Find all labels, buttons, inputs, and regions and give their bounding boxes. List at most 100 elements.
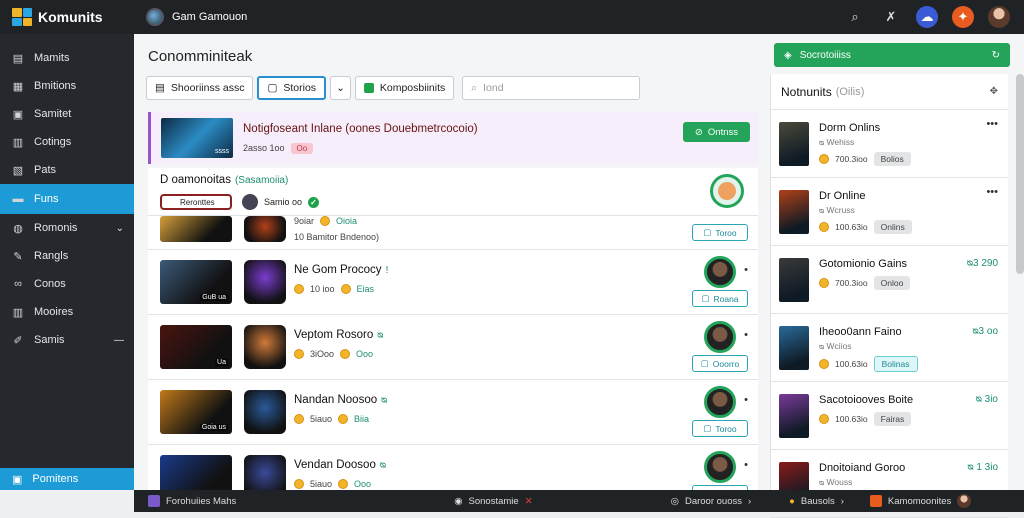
item-action-label: Ooorro xyxy=(712,358,740,369)
coin-icon: ● xyxy=(789,495,795,507)
section-user[interactable]: Samio oo ✓ xyxy=(242,194,320,210)
item-action-button[interactable]: ▢ Roana xyxy=(692,290,748,307)
more-icon[interactable]: ••• xyxy=(986,186,998,198)
sidebar-item[interactable]: ▤ Mamits xyxy=(0,44,134,72)
right-top-button[interactable]: ◈ Socrotoiiiss ↻ xyxy=(774,43,1010,67)
creator-avatar[interactable] xyxy=(704,386,736,418)
sidebar-item[interactable]: ✐ Samis — xyxy=(0,326,134,354)
sidebar-item[interactable]: ▣ Samitet xyxy=(0,100,134,128)
item-thumbnail: Goia us xyxy=(160,390,232,434)
refresh-icon[interactable]: ↻ xyxy=(992,50,1000,61)
sidebar-item[interactable]: ▬ Funs xyxy=(0,184,134,214)
item-action-button[interactable]: ▢Toroo xyxy=(692,224,748,241)
item-action-button[interactable]: ▢Toroo xyxy=(692,420,748,437)
chart-icon: ▧ xyxy=(12,164,24,177)
bottom-bar: Forohuiies Mahs ◉ Sonostamie ✕ ◎ Daroor … xyxy=(134,490,1024,512)
community-subtitle: ᴓ Wcruss xyxy=(819,205,855,215)
expand-icon[interactable]: ✥ xyxy=(990,86,998,97)
list-item[interactable]: Goia us Nandan Noosoo ᴓ 5iauo Biia • ▢ Toroo xyxy=(148,380,758,445)
search-field-icon: ⌕ xyxy=(471,81,478,94)
filter-dropdown-toggle[interactable]: ⌄ xyxy=(330,76,351,100)
creator-avatar[interactable] xyxy=(704,256,736,288)
bottom-item-5[interactable]: Kamomoonites xyxy=(869,494,972,508)
brand-name: Komunits xyxy=(38,9,103,25)
list-item[interactable]: GuB ua Ne Gom Prococy! 10 ioo Eias • ▢ Roana xyxy=(148,250,758,315)
featured-thumbnail: ssss xyxy=(161,118,233,158)
more-icon[interactable]: • xyxy=(744,459,748,471)
more-icon[interactable]: • xyxy=(744,329,748,341)
more-icon[interactable]: ••• xyxy=(986,118,998,130)
user-avatar[interactable] xyxy=(957,494,972,508)
pulse-icon[interactable]: ✗ xyxy=(880,6,902,28)
featured-action-button[interactable]: ⊘ Ontnss xyxy=(682,122,750,142)
filter-shortlist-button[interactable]: ▤ Shooriinss assc xyxy=(146,76,254,100)
folder-icon: ▬ xyxy=(12,193,24,205)
sidebar-item[interactable]: ✎ Rangls xyxy=(0,242,134,270)
sidebar-item-label: Samitet xyxy=(34,108,72,120)
creator-avatar[interactable] xyxy=(704,321,736,353)
context-switcher[interactable]: Gam Gamouon xyxy=(146,8,247,26)
coin-icon xyxy=(819,154,829,164)
item-action-button[interactable]: ▢ Ooorro xyxy=(692,355,748,372)
community-item[interactable]: Sacotoiooves Boite 100.63io Fairas ᴓ 3io xyxy=(771,382,1008,450)
section-chip[interactable]: Reronttes xyxy=(160,194,232,210)
app-logo-icon xyxy=(12,8,32,26)
community-item[interactable]: Dorm Onlins ᴓ Wehiss 700.3ioo Bolios ••• xyxy=(771,110,1008,178)
item-tag: ᴓ xyxy=(381,395,388,406)
right-scrollbar[interactable] xyxy=(1016,74,1024,274)
featured-card[interactable]: ssss Notigfoseant Inlane (oones Douebmet… xyxy=(148,112,758,164)
right-top-label: Socrotoiiiss xyxy=(799,49,851,61)
coin-icon xyxy=(294,479,304,489)
sidebar-item[interactable]: ∞ Conos xyxy=(0,270,134,298)
status-badge: Bolinas xyxy=(873,356,918,372)
creator-avatar[interactable] xyxy=(704,451,736,483)
bottom-item-4[interactable]: ● Bausols › xyxy=(789,496,844,507)
bottom-item-3[interactable]: ◎ Daroor ouoss › xyxy=(671,496,752,507)
filter-compost-button[interactable]: Komposbiinits xyxy=(354,76,455,100)
community-item[interactable]: Dr Online ᴓ Wcruss 100.63io Onlins ••• xyxy=(771,178,1008,246)
sidebar-footer[interactable]: ▣ Pomitens xyxy=(0,468,134,490)
sidebar-item[interactable]: ▥ Cotings xyxy=(0,128,134,156)
cloud-icon[interactable]: ☁ xyxy=(916,6,938,28)
list-item[interactable]: 9oiar Oioia 10 Bamitor Bndenoo) ▢ Toroo xyxy=(148,216,758,250)
fire-icon[interactable]: ✦ xyxy=(952,6,974,28)
list-item[interactable]: Vendan Doosooᴓ5iauoOoo•▢Toroo xyxy=(148,445,758,490)
community-meta: 700.3ioo xyxy=(835,154,868,164)
list-item[interactable]: Ua Veptom Rosoro ᴓ 3iOoo Ooo • ▢ Ooorro xyxy=(148,315,758,380)
filter-shortlist-label: Shooriinss assc xyxy=(170,82,245,94)
sidebar-item[interactable]: ▧ Pats xyxy=(0,156,134,184)
bottom-label-3: Daroor ouoss xyxy=(684,495,742,507)
filter-stories-button[interactable]: ▢ Storios xyxy=(257,76,327,100)
top-bar: Komunits Gam Gamouon ⌕ ✗ ☁ ✦ xyxy=(0,0,1024,34)
bottom-item-2[interactable]: ◉ Sonostamie ✕ xyxy=(454,496,532,507)
context-title: Gam Gamouon xyxy=(172,11,248,23)
doc-icon: ▢ xyxy=(700,358,709,368)
coin-icon xyxy=(340,349,351,359)
coin-icon xyxy=(340,284,351,294)
close-icon[interactable]: ✕ xyxy=(525,496,533,507)
more-icon[interactable]: • xyxy=(744,394,748,406)
brand[interactable]: Komunits xyxy=(0,0,134,34)
sidebar-item[interactable]: ◍ Romonis ⌄ xyxy=(0,214,134,242)
app-icon xyxy=(869,495,882,507)
sidebar-item-label: Samis xyxy=(34,334,65,346)
search-icon[interactable]: ⌕ xyxy=(844,6,866,28)
user-avatar[interactable] xyxy=(988,6,1010,28)
community-panel: Notnunits (Oilis) ✥ Dorm Onlins ᴓ Wehiss 7… xyxy=(770,74,1008,518)
more-icon[interactable]: • xyxy=(744,264,748,276)
item-action-label: Roana xyxy=(713,293,739,304)
sidebar-item[interactable]: ▦ Bmitions xyxy=(0,72,134,100)
item-meta-1: 5iauo xyxy=(310,479,333,489)
bottom-item-1[interactable]: Forohuiies Mahs xyxy=(148,495,236,507)
sidebar-item[interactable]: ▥ Mooires xyxy=(0,298,134,326)
bottom-label-2: Sonostamie xyxy=(468,495,519,507)
panel-subtitle: (Oilis) xyxy=(835,85,865,98)
sidebar-item-label: Mamits xyxy=(34,52,70,64)
sparkle-icon: ◈ xyxy=(784,49,792,61)
search-input[interactable]: ⌕ Iond xyxy=(462,76,641,100)
community-item[interactable]: Iheoo0ann Faino ᴓ Wciios 100.63io Bolinas ᴓ3… xyxy=(771,314,1008,382)
community-item[interactable]: Gotomionio Gains 700.3ioo Onloo ᴓ3 290 xyxy=(771,246,1008,314)
section-badge-icon[interactable] xyxy=(710,174,744,208)
community-count: ᴓ3 oo xyxy=(972,326,998,337)
context-avatar xyxy=(146,8,164,26)
